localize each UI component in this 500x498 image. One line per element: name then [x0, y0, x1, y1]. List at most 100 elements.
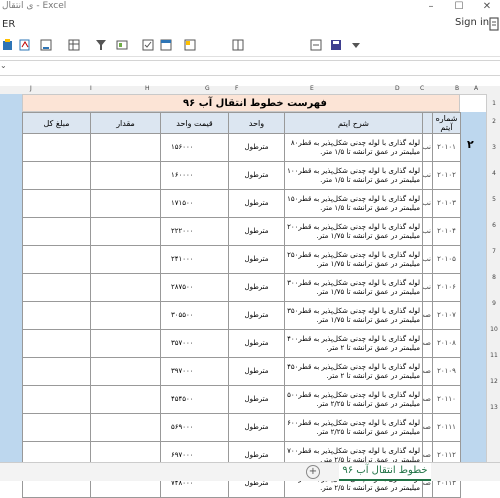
cell-total[interactable]	[22, 329, 91, 358]
col-header-f[interactable]: F	[235, 85, 238, 92]
col-header-i[interactable]: I	[90, 85, 92, 92]
cell-qty[interactable]	[90, 133, 161, 162]
cell-price[interactable]: ۵۶۹۰۰۰	[160, 413, 229, 442]
cell-unit[interactable]: مترطول	[228, 329, 285, 358]
cell-price[interactable]: ۲۴۱۰۰۰	[160, 245, 229, 274]
cell-unit-code[interactable]: صب	[422, 329, 433, 358]
cell-code[interactable]: ۲۰۱۰۸	[432, 329, 461, 358]
cell-qty[interactable]	[90, 189, 161, 218]
sign-in-link[interactable]: Sign in	[455, 17, 489, 28]
row-header[interactable]: 2	[487, 118, 500, 125]
cell-unit-code[interactable]: صب	[422, 357, 433, 386]
table-icon[interactable]	[160, 39, 172, 51]
filter-icon[interactable]	[95, 39, 107, 51]
cell-unit[interactable]: مترطول	[228, 413, 285, 442]
col-header-c[interactable]: C	[420, 85, 424, 92]
col-header-h[interactable]: H	[145, 85, 150, 92]
cell-unit[interactable]: مترطول	[228, 161, 285, 190]
cell-price[interactable]: ۱۵۶۰۰۰	[160, 133, 229, 162]
cell-code[interactable]: ۲۰۱۰۵	[432, 245, 461, 274]
cell-unit[interactable]: مترطول	[228, 273, 285, 302]
cell-price[interactable]: ۱۷۱۵۰۰	[160, 189, 229, 218]
row-header[interactable]: 3	[487, 144, 500, 151]
cell-unit-code[interactable]: نب	[422, 189, 433, 218]
formula-bar[interactable]: ⌄	[0, 60, 500, 76]
cell-unit[interactable]: مترطول	[228, 301, 285, 330]
col-header-d[interactable]: D	[395, 85, 400, 92]
cell-unit-code[interactable]: صب	[422, 413, 433, 442]
minimize-button[interactable]: –	[420, 0, 442, 14]
font-color-icon[interactable]	[40, 39, 52, 51]
cell-total[interactable]	[22, 133, 91, 162]
cell-code[interactable]: ۲۰۱۰۱	[432, 133, 461, 162]
col-header-g[interactable]: G	[205, 85, 210, 92]
sheet-tab[interactable]: خطوط انتقال آب ۹۶	[339, 463, 431, 481]
cell-price[interactable]: ۳۵۷۰۰۰	[160, 329, 229, 358]
name-box-chevron-icon[interactable]: ⌄	[0, 61, 8, 70]
cell-total[interactable]	[22, 357, 91, 386]
cell-unit-code[interactable]: صب	[422, 385, 433, 414]
cell-qty[interactable]	[90, 385, 161, 414]
row-header[interactable]: 6	[487, 222, 500, 229]
cell-price[interactable]: ۲۲۲۰۰۰	[160, 217, 229, 246]
cell-price[interactable]: ۲۸۷۵۰۰	[160, 273, 229, 302]
conditional-format-icon[interactable]	[116, 39, 128, 51]
cell-description[interactable]: لوله گذاری با لوله چدنی شکل‌پذیر به قطر۴…	[284, 329, 423, 358]
cell-description[interactable]: لوله گذاری با لوله چدنی شکل‌پذیر به قطر۳…	[284, 273, 423, 302]
cell-description[interactable]: لوله گذاری با لوله چدنی شکل‌پذیر به قطر۸…	[284, 133, 423, 162]
cell-unit[interactable]: مترطول	[228, 189, 285, 218]
col-header-a[interactable]: A	[474, 85, 478, 92]
cell-code[interactable]: ۲۰۱۱۱	[432, 413, 461, 442]
cell-qty[interactable]	[90, 301, 161, 330]
data-validation-icon[interactable]	[68, 39, 80, 51]
cell-qty[interactable]	[90, 245, 161, 274]
save-icon[interactable]	[330, 39, 342, 51]
cell-total[interactable]	[22, 301, 91, 330]
row-header[interactable]: 11	[487, 352, 500, 359]
col-header-unit-code[interactable]	[422, 112, 433, 134]
cell-unit-code[interactable]: نب	[422, 161, 433, 190]
cell-code[interactable]: ۲۰۱۰۲	[432, 161, 461, 190]
row-header[interactable]: 13	[487, 404, 500, 411]
cell-total[interactable]	[22, 161, 91, 190]
maximize-button[interactable]: ☐	[448, 0, 470, 14]
cell-total[interactable]	[22, 273, 91, 302]
checkbox-icon[interactable]	[142, 39, 154, 51]
close-button[interactable]: ✕	[476, 0, 498, 14]
cell-description[interactable]: لوله گذاری با لوله چدنی شکل‌پذیر به قطر۵…	[284, 385, 423, 414]
cell-unit-code[interactable]: نب	[422, 217, 433, 246]
cell-total[interactable]	[22, 385, 91, 414]
cell-total[interactable]	[22, 189, 91, 218]
borders-icon[interactable]	[184, 39, 196, 51]
insert-cells-icon[interactable]	[232, 39, 244, 51]
row-header[interactable]: 1	[487, 100, 500, 107]
ribbon-tab-fragment[interactable]: ER	[2, 19, 15, 30]
cell-code[interactable]: ۲۰۱۰۹	[432, 357, 461, 386]
cell-qty[interactable]	[90, 413, 161, 442]
sort-icon[interactable]	[310, 39, 322, 51]
cell-code[interactable]: ۲۰۱۰۶	[432, 273, 461, 302]
cell-qty[interactable]	[90, 329, 161, 358]
col-header-unit[interactable]: واحد	[228, 112, 285, 134]
cell-unit[interactable]: مترطول	[228, 133, 285, 162]
cell-unit[interactable]: مترطول	[228, 357, 285, 386]
cell-unit[interactable]: مترطول	[228, 245, 285, 274]
row-header[interactable]: 4	[487, 170, 500, 177]
col-header-j[interactable]: J	[30, 85, 32, 92]
cell-qty[interactable]	[90, 273, 161, 302]
cell-total[interactable]	[22, 245, 91, 274]
col-header-e[interactable]: E	[310, 85, 314, 92]
col-header-qty[interactable]: مقدار	[90, 112, 161, 134]
cell-code[interactable]: ۲۰۱۱۰	[432, 385, 461, 414]
add-sheet-button[interactable]: +	[306, 465, 320, 479]
cell-unit[interactable]: مترطول	[228, 385, 285, 414]
cell-description[interactable]: لوله گذاری با لوله چدنی شکل‌پذیر به قطر۶…	[284, 413, 423, 442]
col-header-description[interactable]: شرح ایتم	[284, 112, 423, 134]
cell-description[interactable]: لوله گذاری با لوله چدنی شکل‌پذیر به قطر۳…	[284, 301, 423, 330]
cell-unit-code[interactable]: نب	[422, 245, 433, 274]
cell-price[interactable]: ۳۰۵۵۰۰	[160, 301, 229, 330]
row-header[interactable]: 10	[487, 326, 500, 333]
cell-qty[interactable]	[90, 217, 161, 246]
cell-description[interactable]: لوله گذاری با لوله چدنی شکل‌پذیر به قطر۱…	[284, 161, 423, 190]
cell-price[interactable]: ۱۶۰۰۰۰	[160, 161, 229, 190]
